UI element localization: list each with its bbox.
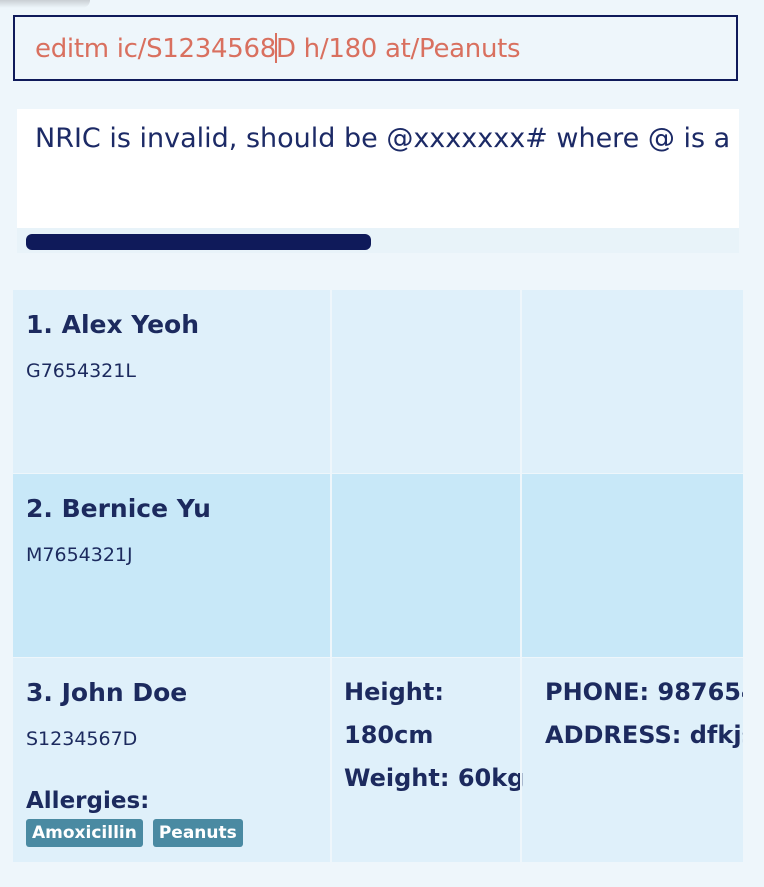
patient-nric: S1234567D <box>26 728 138 750</box>
patient-stats-column <box>330 474 520 657</box>
patient-name: 2. Bernice Yu <box>26 494 211 523</box>
patient-nric: M7654321J <box>26 544 133 566</box>
weight-value: Weight: 60kg <box>344 764 525 792</box>
command-text-after-caret: D h/180 at/Peanuts <box>276 34 521 64</box>
patient-stats-column: Height: 180cm Weight: 60kg <box>330 658 524 862</box>
patient-name: 3. John Doe <box>26 678 188 707</box>
patient-info-column: 2. Bernice Yu M7654321J <box>13 474 330 657</box>
patient-card[interactable]: 2. Bernice Yu M7654321J <box>13 474 743 657</box>
patient-list[interactable]: 1. Alex Yeoh G7654321L 2. Bernice Yu M76… <box>13 290 743 862</box>
patient-card[interactable]: 1. Alex Yeoh G7654321L <box>13 290 743 473</box>
allergies-label: Allergies: <box>26 788 150 814</box>
scrollbar-thumb[interactable] <box>26 234 371 250</box>
result-horizontal-scrollbar[interactable] <box>17 228 739 253</box>
patient-contact-column: PHONE: 98765432 ADDRESS: dfkjsdf <box>520 658 743 862</box>
patient-info-column: 1. Alex Yeoh G7654321L <box>13 290 330 473</box>
command-text-before-caret: editm ic/S1234568 <box>35 34 276 64</box>
height-value: 180cm <box>344 721 434 749</box>
window-edge-shadow <box>0 0 90 8</box>
allergy-tag: Amoxicillin <box>26 819 143 847</box>
result-message: NRIC is invalid, should be @xxxxxxx# whe… <box>35 123 739 154</box>
command-input-box[interactable]: editm ic/S1234568D h/180 at/Peanuts <box>13 15 738 81</box>
phone-value: PHONE: 98765432 <box>545 678 743 706</box>
address-value: ADDRESS: dfkjsdf <box>545 721 743 749</box>
patient-nric: G7654321L <box>26 360 136 382</box>
patient-contact-column <box>520 474 743 657</box>
patient-stats-column <box>330 290 520 473</box>
patient-name: 1. Alex Yeoh <box>26 310 200 339</box>
result-display: NRIC is invalid, should be @xxxxxxx# whe… <box>17 109 739 228</box>
patient-contact-column <box>520 290 743 473</box>
patient-card[interactable]: 3. John Doe S1234567D Allergies: Amoxici… <box>13 658 743 862</box>
height-label: Height: <box>344 678 444 706</box>
command-input[interactable]: editm ic/S1234568D h/180 at/Peanuts <box>35 33 521 64</box>
allergy-tags: Amoxicillin Peanuts <box>26 819 243 847</box>
allergy-tag: Peanuts <box>152 819 243 847</box>
patient-info-column: 3. John Doe S1234567D Allergies: Amoxici… <box>13 658 330 862</box>
